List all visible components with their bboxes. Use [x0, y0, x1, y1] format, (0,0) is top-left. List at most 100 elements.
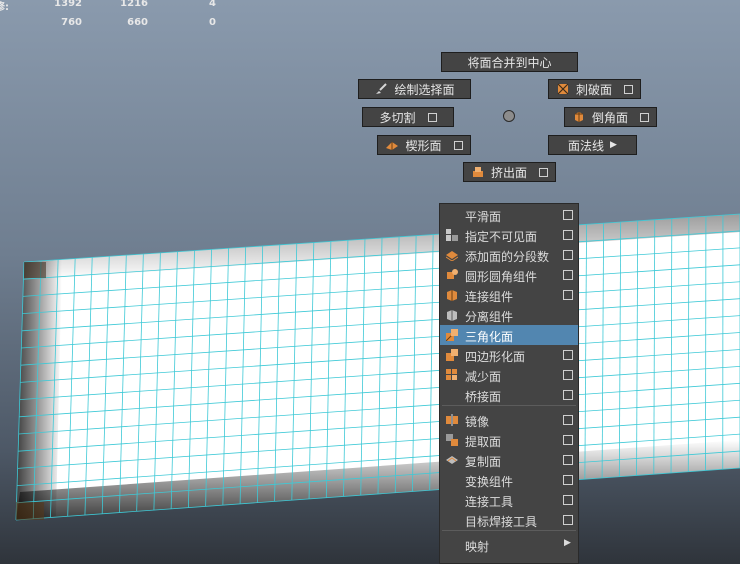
menu-item-label: 四边形化面 [465, 350, 526, 364]
extrude-icon [472, 167, 483, 177]
merge-to-center-label: 将面合并到中心 [467, 55, 552, 70]
quadrangulate-icon [446, 349, 458, 361]
menu-item[interactable]: 添加面的分段数 [440, 245, 578, 265]
mirror-icon [446, 414, 458, 426]
multi-cut-button[interactable]: 多切割 [362, 107, 454, 127]
menu-item-option-box[interactable] [563, 370, 573, 380]
stat-label: 修: [0, 2, 9, 13]
menu-item[interactable]: 复制面 [440, 450, 578, 470]
menu-item[interactable]: 镜像 [440, 410, 578, 430]
menu-item-option-box[interactable] [563, 270, 573, 280]
poke-face-icon [557, 83, 569, 95]
menu-item-label: 映射 [465, 540, 490, 554]
add-divisions-icon [446, 251, 458, 261]
menu-item[interactable]: 连接工具 [440, 490, 578, 510]
menu-item[interactable]: 指定不可见面 [440, 225, 578, 245]
menu-item-option-box[interactable] [563, 435, 573, 445]
menu-item-label: 目标焊接工具 [465, 515, 538, 529]
menu-item-option-box[interactable] [563, 475, 573, 485]
triangulate-icon [446, 329, 458, 341]
wedge-icon [386, 142, 399, 150]
wedge-button[interactable]: 楔形面 [377, 135, 471, 155]
mesh-context-menu: 平滑面指定不可见面 添加面的分段数 圆形圆角组件 连接组件分离组件三角化面四边形化面减… [439, 203, 579, 564]
detach-components-icon [447, 310, 457, 321]
reduce-icon [446, 369, 457, 380]
bevel-option-box[interactable] [640, 112, 649, 122]
selected-corner-top [24, 262, 46, 278]
menu-item[interactable]: 目标焊接工具 [440, 510, 578, 530]
paint-select-label: 绘制选择面 [394, 82, 455, 97]
menu-item-option-box[interactable] [563, 415, 573, 425]
menu-item-option-box[interactable] [563, 250, 573, 260]
menu-item[interactable]: 减少面 [440, 365, 578, 385]
submenu-arrow-icon: ▶ [564, 538, 571, 548]
menu-item-option-box[interactable] [563, 455, 573, 465]
circularize-icon [447, 269, 458, 279]
menu-item-label: 镜像 [465, 415, 490, 429]
menu-item[interactable]: 分离组件 [440, 305, 578, 325]
bevel-label: 倒角面 [591, 110, 628, 125]
extrude-option-box[interactable] [539, 167, 548, 177]
bevel-icon [574, 112, 583, 122]
paint-select-button[interactable]: 绘制选择面 [358, 79, 471, 99]
wedge-option-box[interactable] [453, 140, 463, 150]
menu-item-label: 分离组件 [465, 310, 514, 324]
stat-value: 660 [127, 17, 148, 28]
menu-item-label: 减少面 [465, 370, 502, 384]
extract-icon [446, 434, 458, 446]
menu-item[interactable]: 桥接面 [440, 385, 578, 405]
menu-item-label: 圆形圆角组件 [465, 270, 538, 284]
menu-item[interactable]: 三角化面 [440, 325, 578, 345]
multi-cut-label: 多切割 [379, 110, 416, 125]
stat-value: 760 [61, 17, 82, 28]
poke-face-option-box[interactable] [624, 84, 633, 94]
stat-value: 4 [209, 0, 216, 9]
paint-brush-icon [376, 83, 388, 94]
menu-item-label: 桥接面 [465, 390, 502, 404]
extrude-label: 挤出面 [490, 165, 527, 180]
menu-item-label: 复制面 [465, 455, 502, 469]
stat-value: 0 [209, 17, 216, 28]
menu-separator [442, 405, 576, 406]
menu-item-label: 添加面的分段数 [465, 250, 550, 264]
normals-label: 面法线 [568, 138, 605, 153]
stat-value: 1392 [54, 0, 82, 9]
marking-menu-center-icon [503, 110, 515, 122]
poke-face-label: 刺破面 [575, 82, 612, 97]
menu-item-option-box[interactable] [563, 495, 573, 505]
menu-item[interactable]: 变换组件 [440, 470, 578, 490]
menu-item-label: 提取面 [465, 435, 502, 449]
menu-item-label: 三角化面 [465, 330, 514, 344]
menu-item-option-box[interactable] [563, 230, 573, 240]
menu-item-option-box[interactable] [563, 350, 573, 360]
wedge-label: 楔形面 [405, 138, 442, 153]
selected-corner-bottom [16, 502, 44, 520]
multi-cut-option-box[interactable] [427, 112, 437, 122]
menu-item-label: 平滑面 [465, 210, 502, 224]
stat-value: 1216 [120, 0, 148, 9]
menu-item-option-box[interactable] [563, 290, 573, 300]
extrude-button[interactable]: 挤出面 [463, 162, 556, 182]
menu-separator [442, 530, 576, 531]
bevel-button[interactable]: 倒角面 [564, 107, 657, 127]
menu-item[interactable]: 平滑面 [440, 205, 578, 225]
menu-item[interactable]: 提取面 [440, 430, 578, 450]
menu-item[interactable]: 连接组件 [440, 285, 578, 305]
submenu-arrow-icon: ▶ [610, 140, 617, 150]
merge-to-center-button[interactable]: 将面合并到中心 [441, 52, 578, 72]
menu-item-option-box[interactable] [563, 515, 573, 525]
duplicate-icon [446, 456, 458, 464]
menu-item[interactable]: 映射 ▶ [440, 535, 578, 555]
menu-item[interactable]: 四边形化面 [440, 345, 578, 365]
poke-face-button[interactable]: 刺破面 [548, 79, 641, 99]
menu-item-label: 连接工具 [465, 495, 514, 509]
normals-submenu-button[interactable]: 面法线 ▶ [548, 135, 637, 155]
menu-item-label: 指定不可见面 [465, 230, 538, 244]
menu-item-label: 变换组件 [465, 475, 514, 489]
menu-item-option-box[interactable] [563, 210, 573, 220]
menu-item-label: 连接组件 [465, 290, 514, 304]
menu-item[interactable]: 圆形圆角组件 [440, 265, 578, 285]
menu-item-option-box[interactable] [563, 390, 573, 400]
connect-components-icon [447, 290, 457, 301]
invisible-faces-icon [446, 229, 458, 241]
